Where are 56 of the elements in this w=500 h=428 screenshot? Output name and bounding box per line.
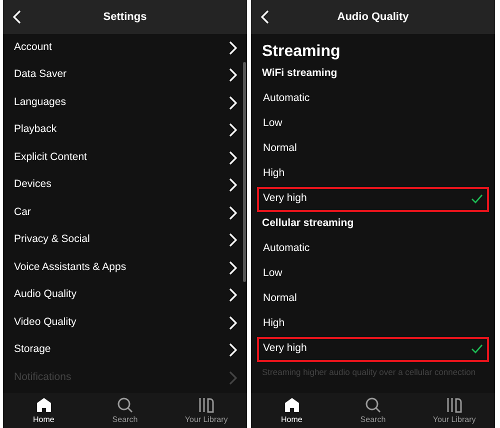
nav-tab[interactable]: Your Library xyxy=(419,397,490,424)
chevron-right-icon xyxy=(229,206,237,220)
quality-option[interactable]: High xyxy=(257,312,489,337)
chevron-right-icon xyxy=(229,40,237,55)
home-icon xyxy=(36,397,52,413)
chevron-right-icon xyxy=(229,68,237,82)
nav-tab[interactable]: Your Library xyxy=(171,397,242,424)
settings-row[interactable]: Account xyxy=(14,34,237,62)
chevron-right-icon xyxy=(229,316,237,330)
quality-option[interactable]: Very high xyxy=(257,186,489,212)
settings-row[interactable]: Voice Assistants & Apps xyxy=(14,254,237,282)
nav-tab[interactable]: Search xyxy=(338,397,408,424)
screen-title: Audio Quality xyxy=(337,10,409,25)
settings-row[interactable]: Explicit Content xyxy=(14,144,237,172)
settings-row[interactable]: Video Quality xyxy=(14,309,237,336)
settings-row[interactable]: Devices xyxy=(14,172,237,199)
home-icon xyxy=(284,397,300,413)
library-icon xyxy=(446,397,462,413)
quality-option[interactable]: Normal xyxy=(257,286,489,312)
search-icon xyxy=(116,397,133,413)
settings-row[interactable]: Storage xyxy=(14,336,237,364)
chevron-right-icon xyxy=(229,96,237,110)
settings-row[interactable]: Playback xyxy=(14,116,237,144)
group-heading: WiFi streaming xyxy=(261,66,338,82)
quality-option[interactable]: Low xyxy=(257,261,489,286)
chevron-right-icon xyxy=(229,370,237,385)
chevron-right-icon xyxy=(229,260,237,275)
settings-row[interactable]: Audio Quality xyxy=(14,282,237,309)
library-icon xyxy=(198,397,214,413)
quality-option[interactable]: Automatic xyxy=(257,86,489,112)
back-icon xyxy=(13,10,21,24)
quality-option[interactable]: Automatic xyxy=(257,236,489,262)
search-icon xyxy=(364,397,381,413)
quality-option[interactable]: Low xyxy=(257,111,489,136)
quality-option[interactable]: Very high xyxy=(257,336,489,362)
back-button[interactable] xyxy=(11,8,23,26)
settings-row[interactable]: Privacy & Social xyxy=(14,226,237,254)
back-icon xyxy=(261,10,269,24)
chevron-right-icon xyxy=(229,233,237,248)
back-button[interactable] xyxy=(259,8,271,26)
screen-title: Settings xyxy=(103,10,147,25)
chevron-right-icon xyxy=(229,123,237,138)
chevron-right-icon xyxy=(229,178,237,192)
chevron-right-icon xyxy=(229,343,237,358)
settings-row[interactable]: Data Saver xyxy=(14,62,237,89)
settings-row[interactable]: Languages xyxy=(14,89,237,116)
quality-option[interactable]: High xyxy=(257,162,489,187)
quality-option[interactable]: Normal xyxy=(257,136,489,162)
settings-row[interactable]: Car xyxy=(14,199,237,226)
group-heading: Cellular streaming xyxy=(261,216,355,232)
nav-tab[interactable]: Search xyxy=(90,397,160,424)
nav-tab[interactable]: Home xyxy=(8,397,79,424)
nav-tab[interactable]: Home xyxy=(256,397,327,424)
chevron-right-icon xyxy=(229,150,237,165)
chevron-right-icon xyxy=(229,288,237,302)
section-heading: Streaming xyxy=(261,42,342,62)
